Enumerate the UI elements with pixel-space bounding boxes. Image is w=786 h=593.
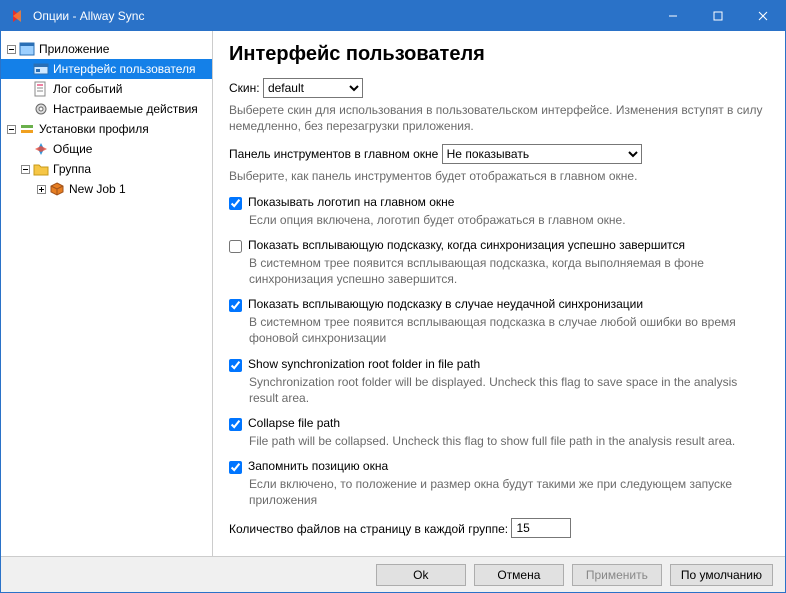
tree-item-job[interactable]: New Job 1 (1, 179, 212, 199)
option-label: Show synchronization root folder in file… (248, 357, 480, 371)
tree-item-group[interactable]: Группа (1, 159, 212, 179)
tree-item-application[interactable]: Приложение (1, 39, 212, 59)
skin-description: Выберете скин для использования в пользо… (229, 102, 769, 134)
option-show-logo: Показывать логотип на главном окне (229, 195, 769, 210)
folder-icon (33, 161, 49, 177)
tree-label: New Job 1 (69, 182, 126, 196)
popup-success-checkbox[interactable] (229, 240, 242, 253)
option-popup-success: Показать всплывающую подсказку, когда си… (229, 238, 769, 253)
tree-item-log[interactable]: Лог событий (1, 79, 212, 99)
show-root-checkbox[interactable] (229, 359, 242, 372)
files-per-page-input[interactable] (511, 518, 571, 538)
toolbar-label: Панель инструментов в главном окне (229, 147, 438, 161)
toolbar-description: Выберите, как панель инструментов будет … (229, 168, 769, 184)
settings-icon (19, 121, 35, 137)
app-logo-icon (9, 8, 25, 24)
show-logo-checkbox[interactable] (229, 197, 242, 210)
remember-pos-checkbox[interactable] (229, 461, 242, 474)
window-controls (650, 1, 785, 31)
tree-label: Установки профиля (39, 122, 149, 136)
tree-label: Приложение (39, 42, 109, 56)
option-label: Запомнить позицию окна (248, 459, 388, 473)
option-label: Показать всплывающую подсказку в случае … (248, 297, 643, 311)
expander-icon[interactable] (5, 43, 17, 55)
option-description: В системном трее появится всплывающая по… (249, 314, 769, 346)
collapse-path-checkbox[interactable] (229, 418, 242, 431)
window-title: Опции - Allway Sync (33, 9, 650, 23)
ok-button[interactable]: Ok (376, 564, 466, 586)
tree-label: Настраиваемые действия (53, 102, 198, 116)
minimize-button[interactable] (650, 1, 695, 31)
option-description: В системном трее появится всплывающая по… (249, 255, 769, 287)
general-icon (33, 141, 49, 157)
tree-item-custom-actions[interactable]: Настраиваемые действия (1, 99, 212, 119)
skin-label: Скин: (229, 81, 260, 95)
option-show-root: Show synchronization root folder in file… (229, 357, 769, 372)
option-description: File path will be collapsed. Uncheck thi… (249, 433, 769, 449)
apply-button[interactable]: Применить (572, 564, 662, 586)
popup-fail-checkbox[interactable] (229, 299, 242, 312)
expander-icon[interactable] (35, 183, 47, 195)
expander-icon[interactable] (5, 123, 17, 135)
cube-icon (49, 181, 65, 197)
default-button[interactable]: По умолчанию (670, 564, 773, 586)
cancel-button[interactable]: Отмена (474, 564, 564, 586)
ui-icon (33, 61, 49, 77)
option-label: Collapse file path (248, 416, 340, 430)
option-label: Показывать логотип на главном окне (248, 195, 454, 209)
tree-item-general[interactable]: Общие (1, 139, 212, 159)
option-description: Synchronization root folder will be disp… (249, 374, 769, 406)
option-description: Если включено, то положение и размер окн… (249, 476, 769, 508)
option-label: Показать всплывающую подсказку, когда си… (248, 238, 685, 252)
maximize-button[interactable] (695, 1, 740, 31)
sidebar-tree[interactable]: Приложение Интерфейс пользователя Лог со… (1, 31, 213, 556)
log-icon (33, 81, 49, 97)
toolbar-select[interactable]: Не показывать (442, 144, 642, 164)
tree-label: Лог событий (53, 82, 122, 96)
option-popup-fail: Показать всплывающую подсказку в случае … (229, 297, 769, 312)
skin-select[interactable]: default (263, 78, 363, 98)
window-icon (19, 41, 35, 57)
titlebar: Опции - Allway Sync (1, 1, 785, 31)
page-title: Интерфейс пользователя (229, 43, 769, 66)
options-window: Опции - Allway Sync Приложение Интерфейс… (0, 0, 786, 593)
content-panel: Интерфейс пользователя Скин: default Выб… (213, 31, 785, 556)
tree-item-profile-settings[interactable]: Установки профиля (1, 119, 212, 139)
gear-icon (33, 101, 49, 117)
dialog-footer: Ok Отмена Применить По умолчанию (1, 556, 785, 592)
option-description: Если опция включена, логотип будет отобр… (249, 212, 769, 228)
tree-item-ui[interactable]: Интерфейс пользователя (1, 59, 212, 79)
close-button[interactable] (740, 1, 785, 31)
tree-label: Общие (53, 142, 92, 156)
tree-label: Интерфейс пользователя (53, 62, 196, 76)
option-remember-pos: Запомнить позицию окна (229, 459, 769, 474)
tree-label: Группа (53, 162, 91, 176)
files-per-page-label: Количество файлов на страницу в каждой г… (229, 522, 508, 536)
option-collapse-path: Collapse file path (229, 416, 769, 431)
expander-icon[interactable] (19, 163, 31, 175)
